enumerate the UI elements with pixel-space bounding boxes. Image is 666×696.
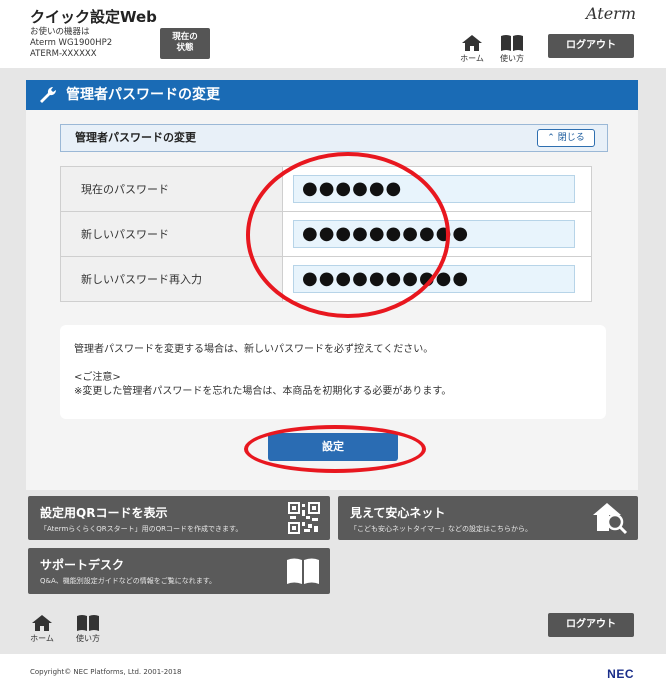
home-icon xyxy=(32,615,52,631)
support-tile-title: サポートデスク xyxy=(40,558,125,572)
status-button-line1: 現在の xyxy=(172,32,198,42)
nec-logo: NEC xyxy=(607,667,634,681)
confirm-password-label: 新しいパスワード再入力 xyxy=(60,256,283,302)
footer-home-label: ホーム xyxy=(30,634,54,643)
aterm-logo: Aterm xyxy=(586,4,636,23)
safety-tile-title: 見えて安心ネット xyxy=(350,506,446,520)
support-desk-tile[interactable]: サポートデスク Q&A、機能別設定ガイドなどの情報をご覧になれます。 xyxy=(28,548,330,594)
book-icon xyxy=(77,615,99,631)
top-header: クイック設定Web お使いの機器は Aterm WG1900HP2 ATERM-… xyxy=(0,0,666,68)
section-title: 管理者パスワードの変更 xyxy=(66,87,220,103)
qr-code-icon xyxy=(288,502,320,534)
logout-button-top[interactable]: ログアウト xyxy=(548,34,634,58)
section-header: 管理者パスワードの変更 xyxy=(26,80,638,110)
safety-tile-desc: 「こども安心ネットタイマー」などの設定はこちらから。 xyxy=(350,525,532,533)
safety-net-tile[interactable]: 見えて安心ネット 「こども安心ネットタイマー」などの設定はこちらから。 xyxy=(338,496,638,540)
status-button-line2: 状態 xyxy=(176,43,194,53)
current-password-label: 現在のパスワード xyxy=(60,166,283,212)
footer-manual-nav[interactable]: 使い方 xyxy=(74,614,102,644)
home-label: ホーム xyxy=(460,54,484,63)
close-button[interactable]: ⌃ 閉じる xyxy=(537,129,595,147)
manual-nav[interactable]: 使い方 xyxy=(498,34,526,64)
footer-manual-label: 使い方 xyxy=(76,634,100,643)
support-tile-desc: Q&A、機能別設定ガイドなどの情報をご覧になれます。 xyxy=(40,577,217,585)
house-search-icon xyxy=(593,503,628,535)
password-annotation-oval xyxy=(246,152,450,318)
home-icon xyxy=(462,35,482,51)
footer-home-nav[interactable]: ホーム xyxy=(28,614,56,644)
caution-text: ※変更した管理者パスワードを忘れた場合は、本商品を初期化する必要があります。 xyxy=(74,386,452,397)
copyright-text: Copyright© NEC Platforms, Ltd. 2001-2018 xyxy=(30,668,182,676)
manual-label: 使い方 xyxy=(500,54,524,63)
sub-section-header: 管理者パスワードの変更 ⌃ 閉じる xyxy=(60,124,608,152)
qr-code-tile[interactable]: 設定用QRコードを表示 「AtermらくらくQRスタート」用のQRコードを作成で… xyxy=(28,496,330,540)
close-label: 閉じる xyxy=(557,133,585,143)
footer-bar: ホーム 使い方 ログアウト xyxy=(0,606,666,654)
device-id: ATERM-XXXXXX xyxy=(30,49,97,59)
book-icon xyxy=(501,35,523,51)
device-info: お使いの機器は Aterm WG1900HP2 ATERM-XXXXXX xyxy=(30,27,112,60)
qr-tile-desc: 「AtermらくらくQRスタート」用のQRコードを作成できます。 xyxy=(40,525,243,533)
app-title: クイック設定Web xyxy=(30,8,157,26)
device-model: Aterm WG1900HP2 xyxy=(30,38,113,48)
device-label: お使いの機器は xyxy=(30,27,90,37)
setting-annotation-oval xyxy=(244,425,426,473)
current-status-button[interactable]: 現在の 状態 xyxy=(160,28,210,59)
caution-heading: <ご注意> xyxy=(74,372,121,383)
logout-button-bottom[interactable]: ログアウト xyxy=(548,613,634,637)
sub-section-title: 管理者パスワードの変更 xyxy=(75,131,196,144)
notice-text: 管理者パスワードを変更する場合は、新しいパスワードを必ず控えてください。 xyxy=(74,344,434,355)
wrench-icon xyxy=(40,86,57,103)
chevron-up-icon: ⌃ xyxy=(547,133,555,143)
home-nav[interactable]: ホーム xyxy=(458,34,486,64)
open-book-icon xyxy=(287,558,319,584)
qr-tile-title: 設定用QRコードを表示 xyxy=(40,506,168,520)
notice-box: 管理者パスワードを変更する場合は、新しいパスワードを必ず控えてください。 <ご注… xyxy=(60,325,606,419)
